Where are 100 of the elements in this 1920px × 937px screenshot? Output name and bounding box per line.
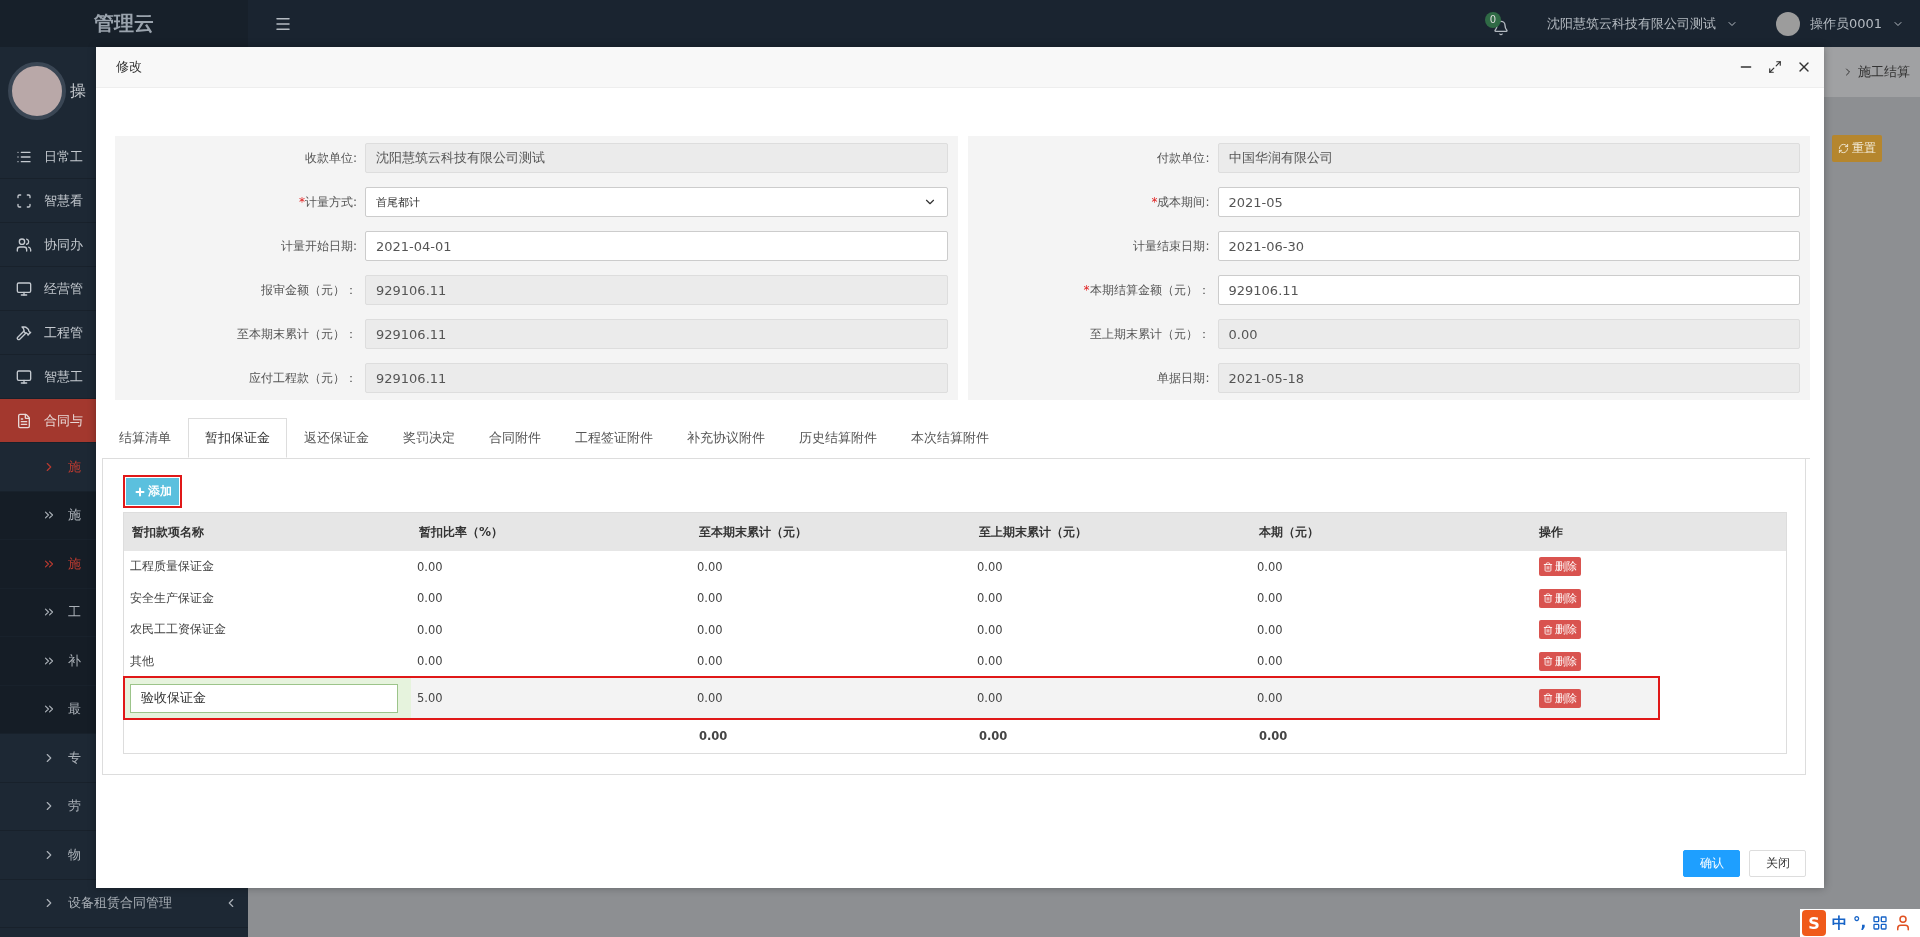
total-cell-text: 0.00 xyxy=(1258,729,1289,743)
table-cell-text: 5.00 xyxy=(416,691,444,705)
trash-icon xyxy=(1543,593,1553,604)
delete-button[interactable]: 删除 xyxy=(1539,588,1581,608)
column-header: 至本期末累计（元） xyxy=(698,523,808,541)
delete-button[interactable]: 删除 xyxy=(1539,557,1581,577)
table-cell-text: 0.00 xyxy=(976,691,1004,705)
notification-button[interactable]: 0 xyxy=(1484,11,1509,36)
input-field[interactable]: 2021-05 xyxy=(1217,187,1800,217)
column-header: 本期（元） xyxy=(1258,523,1320,541)
input-field[interactable]: 929106.11 xyxy=(365,275,948,305)
field-label: 至上期末累计（元）： xyxy=(1088,325,1210,343)
maximize-icon[interactable] xyxy=(1768,60,1782,74)
field-label: 收款单位: xyxy=(303,149,357,167)
input-field[interactable]: 2021-05-18 xyxy=(1217,363,1800,393)
table-cell-text: 0.00 xyxy=(696,559,724,574)
table-cell-text: 0.00 xyxy=(1256,691,1284,705)
delete-button[interactable]: 删除 xyxy=(1539,688,1581,708)
ime-logo: S xyxy=(1802,910,1826,936)
user-menu[interactable]: 操作员0001 xyxy=(1809,14,1882,33)
company-menu[interactable]: 沈阳慧筑云科技有限公司测试 xyxy=(1546,14,1716,33)
tab[interactable]: 暂扣保证金 xyxy=(188,418,287,458)
total-cell-text: 0.00 xyxy=(698,729,729,743)
field-label: 至本期末累计（元）： xyxy=(236,325,357,343)
table-cell-text: 0.00 xyxy=(696,654,724,669)
trash-icon xyxy=(1543,624,1553,635)
punctuation-mode: °, xyxy=(1853,914,1867,932)
frame-icon xyxy=(16,192,32,209)
table-cell-text: 0.00 xyxy=(696,622,724,637)
user-name: 操 xyxy=(70,80,86,102)
trash-icon xyxy=(1543,656,1553,667)
table-cell-text: 0.00 xyxy=(416,654,444,669)
tab[interactable]: 历史结算附件 xyxy=(782,418,894,458)
field-label: 计量开始日期: xyxy=(279,237,357,255)
avatar-icon xyxy=(1775,11,1800,36)
table-cell-text: 0.00 xyxy=(1256,654,1284,669)
tab[interactable]: 返还保证金 xyxy=(287,418,386,458)
close-button[interactable]: 关闭 xyxy=(1749,850,1806,877)
hammer-icon xyxy=(16,324,32,341)
input-field[interactable]: 0.00 xyxy=(1217,319,1800,349)
breadcrumb-item[interactable]: 施工结算 xyxy=(1858,63,1910,81)
delete-button[interactable]: 删除 xyxy=(1539,651,1581,671)
column-header: 暂扣款项名称 xyxy=(131,523,205,541)
field-label: 报审金额（元）： xyxy=(260,281,357,299)
column-header: 暂扣比率（%） xyxy=(418,523,505,541)
select-field[interactable]: 首尾都计 xyxy=(365,187,948,217)
delete-button[interactable]: 删除 xyxy=(1539,620,1581,640)
tab[interactable]: 合同附件 xyxy=(472,418,558,458)
table-cell-text: 0.00 xyxy=(416,622,444,637)
table-cell-text: 0.00 xyxy=(976,591,1004,606)
tab[interactable]: 奖罚决定 xyxy=(386,418,472,458)
field-label: *本期结算金额（元）： xyxy=(1082,281,1210,299)
refresh-icon xyxy=(1838,143,1849,154)
table-cell-text: 0.00 xyxy=(1256,622,1284,637)
table-cell-text: 0.00 xyxy=(1256,591,1284,606)
table-cell-text: 0.00 xyxy=(416,591,444,606)
table-cell-text: 0.00 xyxy=(416,559,444,574)
table-cell-text: 安全生产保证金 xyxy=(129,590,215,606)
field-label: *成本期间: xyxy=(1150,193,1210,211)
field-label: 付款单位: xyxy=(1156,149,1210,167)
total-cell-text: 0.00 xyxy=(978,729,1009,743)
column-header: 至上期末累计（元） xyxy=(978,523,1088,541)
table-cell-text: 0.00 xyxy=(1256,559,1284,574)
trash-icon xyxy=(1543,561,1553,572)
users-icon xyxy=(16,236,32,253)
field-label: 计量结束日期: xyxy=(1132,237,1210,255)
monitor-icon xyxy=(16,280,32,297)
input-field[interactable]: 929106.11 xyxy=(1217,275,1800,305)
grid-icon[interactable] xyxy=(1872,915,1889,931)
tab[interactable]: 本次结算附件 xyxy=(894,418,1006,458)
table-cell-text: 工程质量保证金 xyxy=(129,559,215,575)
input-field[interactable]: 929106.11 xyxy=(365,363,948,393)
tab[interactable]: 补充协议附件 xyxy=(670,418,782,458)
table-cell-text: 0.00 xyxy=(696,691,724,705)
trash-icon xyxy=(1543,693,1553,703)
table-cell-text: 0.00 xyxy=(976,559,1004,574)
table-cell-text: 0.00 xyxy=(696,591,724,606)
field-label: 单据日期: xyxy=(1156,369,1210,387)
input-field[interactable]: 验收保证金 xyxy=(130,683,398,713)
table-cell-text: 0.00 xyxy=(976,622,1004,637)
input-field[interactable]: 2021-04-01 xyxy=(365,231,948,261)
input-field[interactable]: 中国华润有限公司 xyxy=(1217,143,1800,173)
tab[interactable]: 工程签证附件 xyxy=(558,418,670,458)
field-label: *计量方式: xyxy=(297,193,357,211)
input-field[interactable]: 沈阳慧筑云科技有限公司测试 xyxy=(365,143,948,173)
input-field[interactable]: 2021-06-30 xyxy=(1217,231,1800,261)
tab[interactable]: 结算清单 xyxy=(102,418,188,458)
plus-icon xyxy=(133,485,146,498)
input-field[interactable]: 929106.11 xyxy=(365,319,948,349)
dialog-title: 修改 xyxy=(116,58,142,76)
count-badge: 0 xyxy=(1484,11,1501,28)
table-cell-text: 其他 xyxy=(129,653,155,669)
monitor-icon xyxy=(16,368,32,385)
column-header: 操作 xyxy=(1538,523,1564,541)
document-icon xyxy=(16,412,32,429)
ime-mode: 中 xyxy=(1832,913,1847,933)
field-label: 应付工程款（元）： xyxy=(248,369,357,387)
table-cell-text: 0.00 xyxy=(976,654,1004,669)
table-cell-text: 农民工工资保证金 xyxy=(129,622,227,638)
app-title: 管理云 xyxy=(0,0,248,47)
